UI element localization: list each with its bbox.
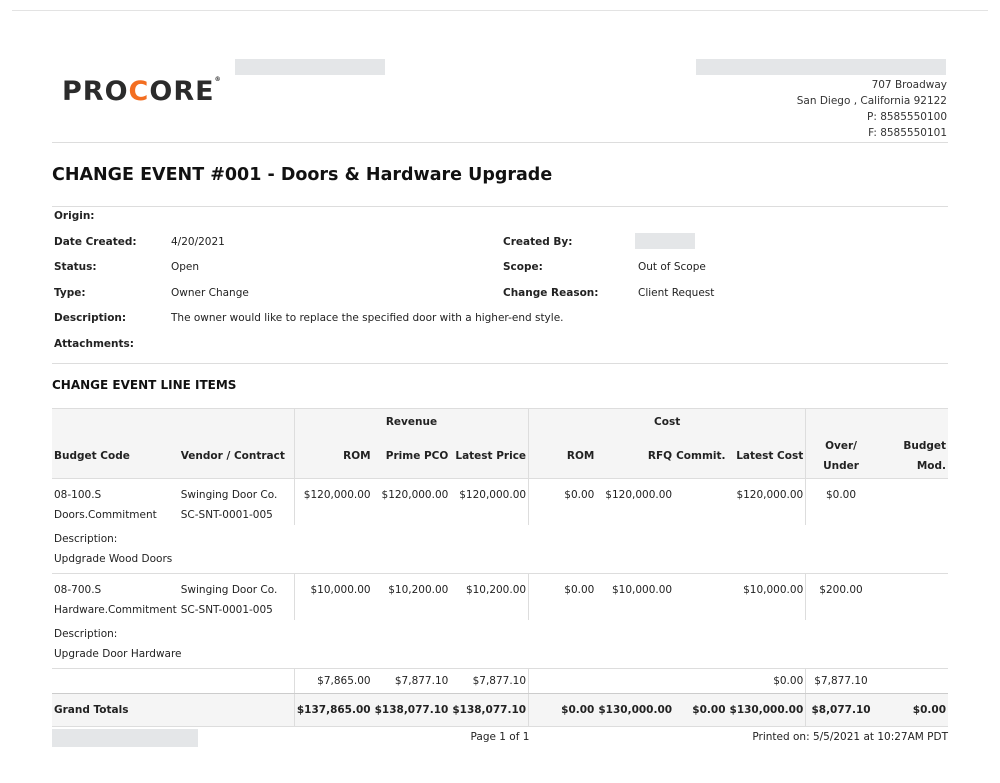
latest-price-cell: $120,000.00 (459, 489, 527, 501)
date-created-value: 4/20/2021 (171, 235, 225, 248)
description-label: Description: (54, 312, 127, 324)
column-header-row: Budget Code Vendor / Contract ROM Prime … (52, 434, 948, 479)
col-budget-code: Budget Code (52, 434, 179, 479)
grand-cost-rom: $0.00 (528, 693, 597, 727)
grand-totals-label: Grand Totals (52, 693, 295, 727)
description-row: Description: Upgrade Door Hardware (52, 620, 948, 669)
latest-price-cell: $10,200.00 (465, 584, 527, 596)
rev-rom-cell: $10,000.00 (293, 573, 373, 620)
grand-prime-pco: $138,077.10 (372, 693, 451, 727)
page-title: CHANGE EVENT #001 - Doors & Hardware Upg… (52, 165, 553, 185)
budget-mod-cell (876, 574, 948, 621)
subtotal-latest-cost: $0.00 (727, 668, 806, 694)
grand-latest-price: $138,077.10 (450, 693, 529, 727)
commit-cell (674, 479, 727, 526)
table-row: 08-700.S Hardware.Commitment Swinging Doo… (52, 573, 948, 621)
over-under-cell: $200.00 (805, 573, 876, 620)
section-title: CHANGE EVENT LINE ITEMS (52, 378, 237, 392)
subtotal-prime-pco: $7,877.10 (372, 668, 451, 694)
cost-rom-cell: $0.00 (528, 478, 597, 525)
status-label: Status: (54, 261, 97, 273)
vendor-cell: Swinging Door Co. SC-SNT-0001-005 (180, 489, 278, 521)
budget-mod-cell (876, 479, 948, 526)
description-cell: Description: Upgrade Door Hardware (52, 620, 948, 669)
description-row: Description: Updgrade Wood Doors (52, 525, 948, 574)
printed-on: Printed on: 5/5/2021 at 10:27AM PDT (752, 731, 948, 743)
redacted-block (696, 59, 946, 75)
phone: P: 8585550100 (866, 111, 947, 123)
table-row: 08-100.S Doors.Commitment Swinging Door C… (52, 478, 948, 526)
col-rfq: RFQ (596, 434, 675, 479)
status-value: Open (171, 261, 200, 273)
origin-label: Origin: (54, 210, 95, 222)
subtotal-latest-price: $7,877.10 (450, 668, 529, 694)
rev-rom-cell: $120,000.00 (293, 478, 373, 525)
col-rev-rom: ROM (293, 434, 373, 479)
prime-pco-cell: $10,200.00 (388, 584, 449, 596)
budget-code-cell: 08-100.S Doors.Commitment (54, 489, 157, 521)
vendor-cell: Swinging Door Co. SC-SNT-0001-005 (180, 584, 278, 616)
redacted-block (235, 59, 385, 75)
col-over-under: Over/Under (805, 434, 876, 479)
procore-logo: PROCORE® (62, 76, 222, 107)
col-vendor: Vendor / Contract (178, 434, 295, 479)
cost-rom-cell: $0.00 (528, 573, 597, 620)
commit-cell (674, 574, 727, 621)
grand-rfq: $130,000.00 (596, 693, 675, 727)
prime-pco-cell: $120,000.00 (381, 489, 449, 501)
latest-cost-cell: $10,000.00 (743, 584, 804, 596)
subtotal-row: $7,865.00 $7,877.10 $7,877.10 $0.00 $7,8… (52, 668, 948, 694)
group-header-blank (805, 408, 948, 434)
rfq-cell: $10,000.00 (611, 584, 673, 596)
company-address: 707 Broadway San Diego , California 9212… (797, 77, 947, 141)
divider (52, 206, 948, 207)
group-header-cost: Cost (528, 408, 806, 434)
grand-budget-mod: $0.00 (875, 693, 948, 727)
scope-label: Scope: (503, 261, 543, 273)
divider (52, 142, 948, 143)
col-cost-rom: ROM (528, 434, 597, 479)
group-header-blank (52, 408, 295, 434)
scope-value: Out of Scope (638, 261, 706, 273)
grand-commit: $0.00 (674, 693, 728, 727)
change-reason-value: Client Request (638, 286, 715, 299)
type-value: Owner Change (171, 286, 249, 299)
divider (52, 363, 948, 364)
date-created-label: Date Created: (54, 235, 137, 248)
address-line1: 707 Broadway (871, 79, 947, 91)
over-under-cell: $0.00 (805, 478, 876, 525)
subtotal-over-under: $7,877.10 (805, 668, 876, 694)
subtotal-rev-rom: $7,865.00 (293, 668, 373, 694)
group-header-revenue: Revenue (293, 408, 529, 434)
col-latest-price: Latest Price (450, 434, 529, 479)
rfq-cell: $120,000.00 (605, 489, 673, 501)
redacted-block (635, 232, 695, 249)
col-budget-mod: Budget Mod. (875, 434, 948, 479)
description-value: The owner would like to replace the spec… (171, 312, 564, 324)
address-line2: San Diego , California 92122 (796, 95, 947, 107)
grand-over-under: $8,077.10 (805, 693, 876, 727)
top-divider (12, 10, 988, 11)
latest-cost-cell: $120,000.00 (736, 489, 804, 501)
grand-rev-rom: $137,865.00 (293, 693, 373, 727)
line-items-table: Revenue Cost Budget Code Vendor / Contra… (52, 408, 948, 727)
fax: F: 8585550101 (868, 127, 947, 139)
created-by-label: Created By: (503, 235, 573, 248)
attachments-label: Attachments: (54, 337, 134, 350)
grand-totals-row: Grand Totals $137,865.00 $138,077.10 $13… (52, 693, 948, 727)
col-commit: Commit. (674, 434, 728, 479)
grand-latest-cost: $130,000.00 (727, 693, 806, 727)
description-cell: Description: Updgrade Wood Doors (52, 525, 948, 574)
change-reason-label: Change Reason: (503, 286, 599, 299)
group-header-row: Revenue Cost (52, 408, 948, 434)
budget-code-cell: 08-700.S Hardware.Commitment (54, 584, 177, 616)
type-label: Type: (54, 286, 86, 299)
col-prime-pco: Prime PCO (372, 434, 451, 479)
col-latest-cost: Latest Cost (727, 434, 806, 479)
change-event-info: Origin: Date Created: 4/20/2021 Created … (54, 210, 948, 363)
